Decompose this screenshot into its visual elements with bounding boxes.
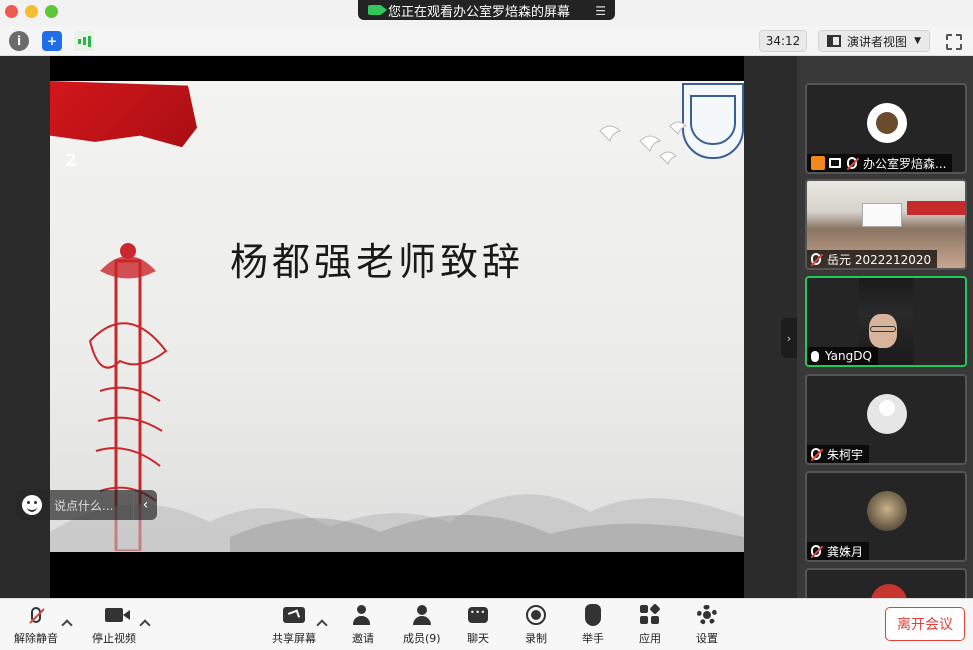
chevron-down-icon: ▼ bbox=[914, 36, 921, 46]
invite-label: 邀请 bbox=[352, 632, 374, 645]
meeting-info-toolbar: i + 34:12 演讲者视图 ▼ bbox=[0, 26, 973, 56]
invite-button[interactable]: 邀请 bbox=[351, 603, 375, 646]
participant-name: YangDQ bbox=[825, 349, 872, 363]
participant-label: YangDQ bbox=[807, 347, 878, 365]
view-mode-dropdown[interactable]: 演讲者视图 ▼ bbox=[818, 30, 930, 52]
hand-icon bbox=[585, 604, 601, 626]
add-user-icon bbox=[353, 605, 373, 625]
settings-label: 设置 bbox=[696, 632, 718, 645]
chevron-left-icon[interactable]: ‹ bbox=[133, 490, 157, 520]
participant-label: 办公室罗焙森... bbox=[807, 154, 953, 172]
share-screen-button[interactable]: 共享屏幕 bbox=[272, 603, 316, 646]
record-icon bbox=[526, 605, 546, 625]
leave-meeting-button[interactable]: 离开会议 bbox=[885, 607, 965, 641]
default-avatar-icon bbox=[867, 394, 907, 434]
mic-icon bbox=[811, 350, 819, 362]
fullscreen-icon[interactable] bbox=[946, 34, 962, 50]
maximize-window-button[interactable] bbox=[45, 5, 58, 18]
participant-name: 岳元 2022212020 bbox=[827, 252, 932, 267]
sharing-banner[interactable]: 您正在观看办公室罗焙森的屏幕 ☰ bbox=[358, 0, 615, 20]
video-camera-icon bbox=[368, 5, 387, 15]
chat-quick-input[interactable]: 说点什么... ‹ bbox=[16, 490, 157, 520]
mic-muted-icon bbox=[811, 448, 821, 460]
chat-label: 聊天 bbox=[467, 632, 489, 645]
chat-placeholder[interactable]: 说点什么... bbox=[54, 497, 133, 514]
participant-name: 龚姝月 bbox=[827, 544, 864, 559]
audio-options-chevron-icon[interactable] bbox=[61, 619, 73, 631]
red-flag-decoration bbox=[50, 81, 197, 148]
stop-video-label: 停止视频 bbox=[92, 632, 136, 645]
doves-illustration bbox=[599, 121, 687, 165]
gear-icon bbox=[697, 605, 717, 625]
record-button[interactable]: 录制 bbox=[524, 603, 548, 646]
mic-muted-icon bbox=[811, 545, 821, 557]
settings-button[interactable]: 设置 bbox=[695, 603, 719, 646]
close-window-button[interactable] bbox=[5, 5, 18, 18]
info-icon[interactable]: i bbox=[9, 31, 29, 51]
meeting-timer: 34:12 bbox=[759, 30, 807, 52]
screen-share-icon bbox=[829, 158, 841, 168]
avatar bbox=[867, 103, 907, 143]
mic-muted-icon bbox=[811, 253, 821, 265]
participant-tile[interactable]: 朱柯宇 bbox=[805, 374, 967, 465]
minimize-window-button[interactable] bbox=[25, 5, 38, 18]
participant-name: 朱柯宇 bbox=[827, 447, 864, 462]
signal-strength-icon[interactable] bbox=[74, 31, 94, 51]
raise-hand-label: 举手 bbox=[582, 632, 604, 645]
emoji-icon[interactable] bbox=[22, 495, 42, 515]
share-options-chevron-icon[interactable] bbox=[316, 619, 328, 631]
video-camera-icon bbox=[105, 608, 130, 622]
video-options-chevron-icon[interactable] bbox=[139, 619, 151, 631]
user-icon bbox=[811, 156, 825, 170]
raise-hand-button[interactable]: 举手 bbox=[581, 603, 605, 646]
participant-panel: 办公室罗焙森... 岳元 2022212020 YangDQ 朱柯宇 龚姝月 bbox=[797, 56, 973, 598]
mic-muted-icon bbox=[847, 157, 857, 169]
view-mode-label: 演讲者视图 bbox=[847, 34, 908, 49]
participant-label: 朱柯宇 bbox=[807, 445, 870, 463]
members-button[interactable]: 成员(9) bbox=[403, 603, 441, 646]
members-label: 成员(9) bbox=[403, 632, 441, 645]
sharing-banner-text: 您正在观看办公室罗焙森的屏幕 bbox=[388, 4, 571, 20]
apps-grid-icon bbox=[640, 603, 661, 625]
avatar bbox=[867, 491, 907, 531]
slide-page-number: 2 bbox=[65, 151, 77, 171]
chat-icon bbox=[468, 607, 488, 623]
mic-muted-icon bbox=[31, 607, 41, 623]
record-label: 录制 bbox=[525, 632, 547, 645]
apps-button[interactable]: 应用 bbox=[638, 603, 662, 646]
share-screen-label: 共享屏幕 bbox=[272, 632, 316, 645]
avatar bbox=[871, 584, 907, 598]
participant-label: 龚姝月 bbox=[807, 542, 870, 560]
participant-tile[interactable]: 岳元 2022212020 bbox=[805, 179, 967, 270]
window-titlebar: 您正在观看办公室罗焙森的屏幕 ☰ bbox=[0, 0, 973, 26]
menu-icon[interactable]: ☰ bbox=[595, 4, 606, 18]
participant-label: 岳元 2022212020 bbox=[807, 250, 938, 268]
participant-name: 办公室罗焙森... bbox=[863, 156, 947, 171]
members-icon bbox=[411, 605, 433, 625]
slide-title: 杨都强老师致辞 bbox=[230, 240, 525, 284]
chat-button[interactable]: 聊天 bbox=[466, 603, 490, 646]
participant-tile[interactable]: 办公室罗焙森... bbox=[805, 83, 967, 174]
stop-video-button[interactable]: 停止视频 bbox=[92, 603, 136, 646]
apps-label: 应用 bbox=[639, 632, 661, 645]
unmute-button[interactable]: 解除静音 bbox=[14, 603, 58, 646]
collapse-panel-handle[interactable]: › bbox=[781, 318, 797, 358]
participant-tile[interactable]: 龚姝月 bbox=[805, 471, 967, 562]
unmute-label: 解除静音 bbox=[14, 632, 58, 645]
speaker-view-icon bbox=[827, 35, 841, 47]
participant-tile[interactable] bbox=[805, 568, 967, 598]
shield-icon[interactable]: + bbox=[42, 31, 62, 51]
participant-tile-active-speaker[interactable]: YangDQ bbox=[805, 276, 967, 367]
share-screen-icon bbox=[283, 607, 305, 623]
presentation-slide: 杨都强老师致辞 bbox=[50, 81, 744, 552]
meeting-controls-bar: 解除静音 停止视频 共享屏幕 邀请 成员(9) 聊天 录制 举手 应用 bbox=[0, 598, 973, 650]
